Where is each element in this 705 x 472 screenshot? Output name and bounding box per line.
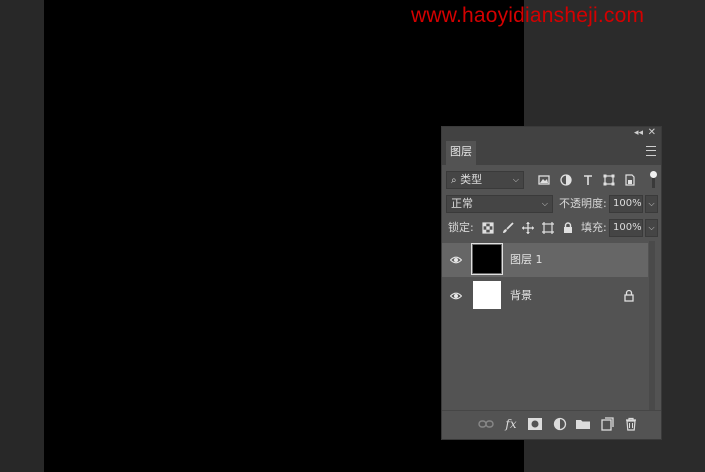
panel-menu-icon[interactable] xyxy=(646,146,656,156)
filter-toggle-switch[interactable] xyxy=(650,171,657,189)
lock-image-pixels-icon[interactable] xyxy=(501,221,515,235)
panel-bottom-bar: fx xyxy=(442,410,661,439)
close-icon[interactable]: ✕ xyxy=(648,127,656,139)
layer-name: 背景 xyxy=(510,289,532,302)
filter-kind-dropdown[interactable]: ⌕ 类型 ⌵ xyxy=(446,171,524,189)
blend-mode-dropdown[interactable]: 正常 ⌵ xyxy=(446,195,553,213)
filter-kind-label: 类型 xyxy=(460,173,483,186)
smart-object-filter-icon[interactable] xyxy=(623,173,637,187)
search-icon: ⌕ xyxy=(451,175,457,186)
lock-position-icon[interactable] xyxy=(521,221,535,235)
lock-all-icon[interactable] xyxy=(561,221,575,235)
layers-scrollbar[interactable] xyxy=(649,241,655,413)
fill-input[interactable]: 100% xyxy=(609,219,643,237)
layer-thumbnail xyxy=(473,281,501,309)
layers-panel: ◂◂ ✕ 图层 ⌕ 类型 ⌵ 正常 ⌵ 不透明度: 100% ⌵ 锁定: 填充:… xyxy=(441,126,662,440)
tab-layers[interactable]: 图层 xyxy=(446,141,476,165)
lock-transparent-pixels-icon[interactable] xyxy=(481,221,495,235)
mask-icon[interactable] xyxy=(527,417,543,431)
eye-icon[interactable] xyxy=(450,254,462,266)
panel-tabbar: 图层 xyxy=(442,139,661,165)
fill-label: 填充: xyxy=(581,221,607,234)
collapse-icon[interactable]: ◂◂ xyxy=(634,127,643,139)
layer-thumbnail xyxy=(471,243,503,275)
chevron-down-icon: ⌵ xyxy=(512,175,519,184)
lock-label: 锁定: xyxy=(448,221,474,234)
opacity-label: 不透明度: xyxy=(559,197,607,210)
fx-icon[interactable]: fx xyxy=(503,417,519,431)
shape-filter-icon[interactable] xyxy=(602,173,616,187)
eye-icon[interactable] xyxy=(450,290,462,302)
lock-icon xyxy=(624,289,634,302)
link-icon[interactable] xyxy=(478,417,494,431)
layer-row-background[interactable]: 背景 xyxy=(442,279,648,313)
adjustment-icon[interactable] xyxy=(552,417,568,431)
adjustment-filter-icon[interactable] xyxy=(559,173,573,187)
trash-icon[interactable] xyxy=(623,417,639,431)
watermark-text: www.haoyidiansheji.com xyxy=(411,4,645,27)
workspace-left-strip xyxy=(0,0,44,472)
layer-name: 图层 1 xyxy=(510,253,543,266)
new-layer-icon[interactable] xyxy=(599,417,615,431)
panel-header-strip: ◂◂ ✕ xyxy=(442,127,661,139)
opacity-input[interactable]: 100% xyxy=(609,195,643,213)
layer-row-layer-1[interactable]: 图层 1 xyxy=(442,243,648,277)
opacity-chevron-icon[interactable]: ⌵ xyxy=(645,195,658,213)
type-filter-icon[interactable] xyxy=(581,173,595,187)
blend-mode-label: 正常 xyxy=(451,197,473,210)
chevron-down-icon: ⌵ xyxy=(541,199,548,208)
folder-icon[interactable] xyxy=(575,417,591,431)
pixel-filter-icon[interactable] xyxy=(537,173,551,187)
fill-chevron-icon[interactable]: ⌵ xyxy=(645,219,658,237)
lock-artboard-icon[interactable] xyxy=(541,221,555,235)
